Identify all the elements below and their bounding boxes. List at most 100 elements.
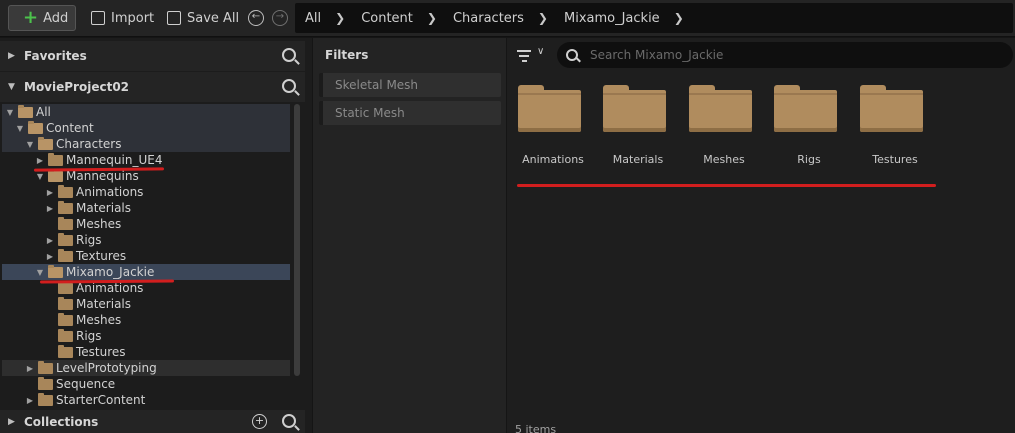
folder-icon [38, 376, 53, 390]
chevron-right-icon[interactable]: ❯ [335, 11, 345, 25]
tree-item-label: Rigs [76, 233, 102, 247]
folder-tile-animations[interactable]: Animations [507, 82, 587, 172]
folder-icon [518, 85, 581, 132]
breadcrumb-item[interactable]: Mixamo_Jackie [564, 11, 660, 26]
tree-item-label: Materials [76, 297, 132, 311]
folder-tile-label: Animations [522, 153, 584, 166]
caret-down-icon[interactable]: ▼ [36, 268, 44, 277]
caret-right-icon: ▶ [8, 51, 15, 61]
search-icon[interactable] [282, 48, 296, 62]
folder-tile-meshes[interactable]: Meshes [678, 82, 758, 172]
caret-down-icon[interactable]: ▼ [36, 172, 44, 181]
save-icon [167, 11, 181, 25]
tree-item-meshes[interactable]: Meshes [2, 312, 290, 328]
search-input[interactable] [590, 48, 970, 62]
tree-item-sequence[interactable]: Sequence [2, 376, 290, 392]
tree-item-mannequin-ue4[interactable]: ▶ Mannequin_UE4 [2, 152, 290, 168]
import-button[interactable]: Import [91, 5, 154, 31]
folder-icon [58, 280, 73, 294]
tree-item-startercontent[interactable]: ▶ StarterContent [2, 392, 290, 408]
import-icon [91, 11, 105, 25]
chevron-right-icon[interactable]: ❯ [538, 11, 548, 25]
favorites-header[interactable]: ▶ Favorites [0, 41, 305, 71]
chevron-right-icon[interactable]: ❯ [427, 11, 437, 25]
tree-item-content[interactable]: ▼ Content [2, 120, 290, 136]
folder-open-icon [38, 136, 53, 150]
caret-right-icon[interactable]: ▶ [46, 252, 54, 261]
breadcrumb-item[interactable]: Content [361, 11, 413, 26]
caret-right-icon[interactable]: ▶ [46, 236, 54, 245]
back-arrow-icon[interactable]: ← [248, 10, 264, 26]
tree-item-rigs[interactable]: Rigs [2, 328, 290, 344]
project-header[interactable]: ▼ MovieProject02 [0, 72, 305, 102]
folder-icon [58, 200, 73, 214]
folder-icon [689, 85, 752, 132]
tree-item-rigs[interactable]: ▶ Rigs [2, 232, 290, 248]
filters-title: Filters [325, 48, 369, 62]
content-browser: + Add Import Save All ← → All ❯ Content … [0, 0, 1015, 433]
caret-down-icon[interactable]: ▼ [26, 140, 34, 149]
caret-right-icon[interactable]: ▶ [36, 156, 44, 165]
caret-down-icon[interactable]: ▼ [6, 108, 14, 117]
tree-item-characters[interactable]: ▼ Characters [2, 136, 290, 152]
tree-item-label: Textures [76, 249, 127, 263]
search-icon[interactable] [282, 79, 296, 93]
save-all-button[interactable]: Save All [167, 5, 239, 31]
breadcrumb-item[interactable]: All [305, 11, 321, 26]
tree-item-materials[interactable]: Materials [2, 296, 290, 312]
filter-static-mesh[interactable]: Static Mesh [319, 101, 501, 125]
tree-item-label: StarterContent [56, 393, 146, 407]
folder-icon [58, 216, 73, 230]
tree-item-label: All [36, 105, 51, 119]
caret-down-icon[interactable]: ▼ [16, 124, 24, 133]
collections-header[interactable]: ▶ Collections + [0, 410, 305, 433]
add-collection-icon[interactable]: + [252, 414, 267, 429]
caret-right-icon[interactable]: ▶ [46, 188, 54, 197]
filters-panel: Filters Skeletal Mesh Static Mesh [313, 38, 506, 433]
caret-right-icon[interactable]: ▶ [26, 396, 34, 405]
tree-item-levelprototyping[interactable]: ▶ LevelPrototyping [2, 360, 290, 376]
chevron-down-icon[interactable]: ∨ [537, 46, 544, 57]
search-box[interactable] [557, 42, 1013, 68]
forward-arrow-icon[interactable]: → [272, 10, 288, 26]
filter-icon[interactable] [517, 50, 531, 62]
tree-item-all[interactable]: ▼ All [2, 104, 290, 120]
sources-panel: ▶ Favorites ▼ MovieProject02 ▼ All ▼ Con… [0, 38, 312, 433]
tree-item-meshes[interactable]: Meshes [2, 216, 290, 232]
add-label: Add [43, 10, 69, 26]
folder-tile-testures[interactable]: Testures [849, 82, 929, 172]
tree-item-mixamo-jackie[interactable]: ▼ Mixamo_Jackie [2, 264, 290, 280]
folder-icon [58, 344, 73, 358]
caret-right-icon[interactable]: ▶ [26, 364, 34, 373]
tree-item-animations[interactable]: ▶ Animations [2, 184, 290, 200]
tree-item-testures[interactable]: Testures [2, 344, 290, 360]
import-label: Import [111, 10, 155, 26]
folder-tile-materials[interactable]: Materials [592, 82, 672, 172]
tree-item-label: Rigs [76, 329, 102, 343]
folder-tile-label: Meshes [703, 153, 745, 166]
search-icon[interactable] [282, 414, 296, 428]
caret-right-icon: ▶ [8, 416, 15, 427]
collections-label: Collections [24, 414, 99, 429]
tree-item-textures[interactable]: ▶ Textures [2, 248, 290, 264]
tree-item-label: Characters [56, 137, 122, 151]
filter-skeletal-mesh[interactable]: Skeletal Mesh [319, 73, 501, 97]
folder-icon [58, 248, 73, 262]
asset-view: ∨ Animations Materials Meshes Rigs Testu… [507, 38, 1015, 433]
folder-tile-label: Materials [612, 153, 664, 166]
caret-right-icon[interactable]: ▶ [46, 204, 54, 213]
plus-icon: + [23, 7, 39, 28]
folder-tile-label: Testures [872, 153, 918, 166]
tree-item-label: Meshes [76, 313, 122, 327]
folder-tree: ▼ All ▼ Content ▼ Characters ▶ Mannequin… [0, 102, 292, 409]
folder-icon [38, 360, 53, 374]
tree-item-label: Mixamo_Jackie [66, 265, 155, 279]
tree-item-materials[interactable]: ▶ Materials [2, 200, 290, 216]
item-count: 5 items [515, 423, 557, 433]
save-all-label: Save All [187, 10, 240, 26]
chevron-right-icon[interactable]: ❯ [674, 11, 684, 25]
add-button[interactable]: + Add [8, 5, 76, 31]
folder-tile-rigs[interactable]: Rigs [763, 82, 843, 172]
breadcrumb-item[interactable]: Characters [453, 11, 524, 26]
tree-scrollbar[interactable] [294, 104, 300, 376]
